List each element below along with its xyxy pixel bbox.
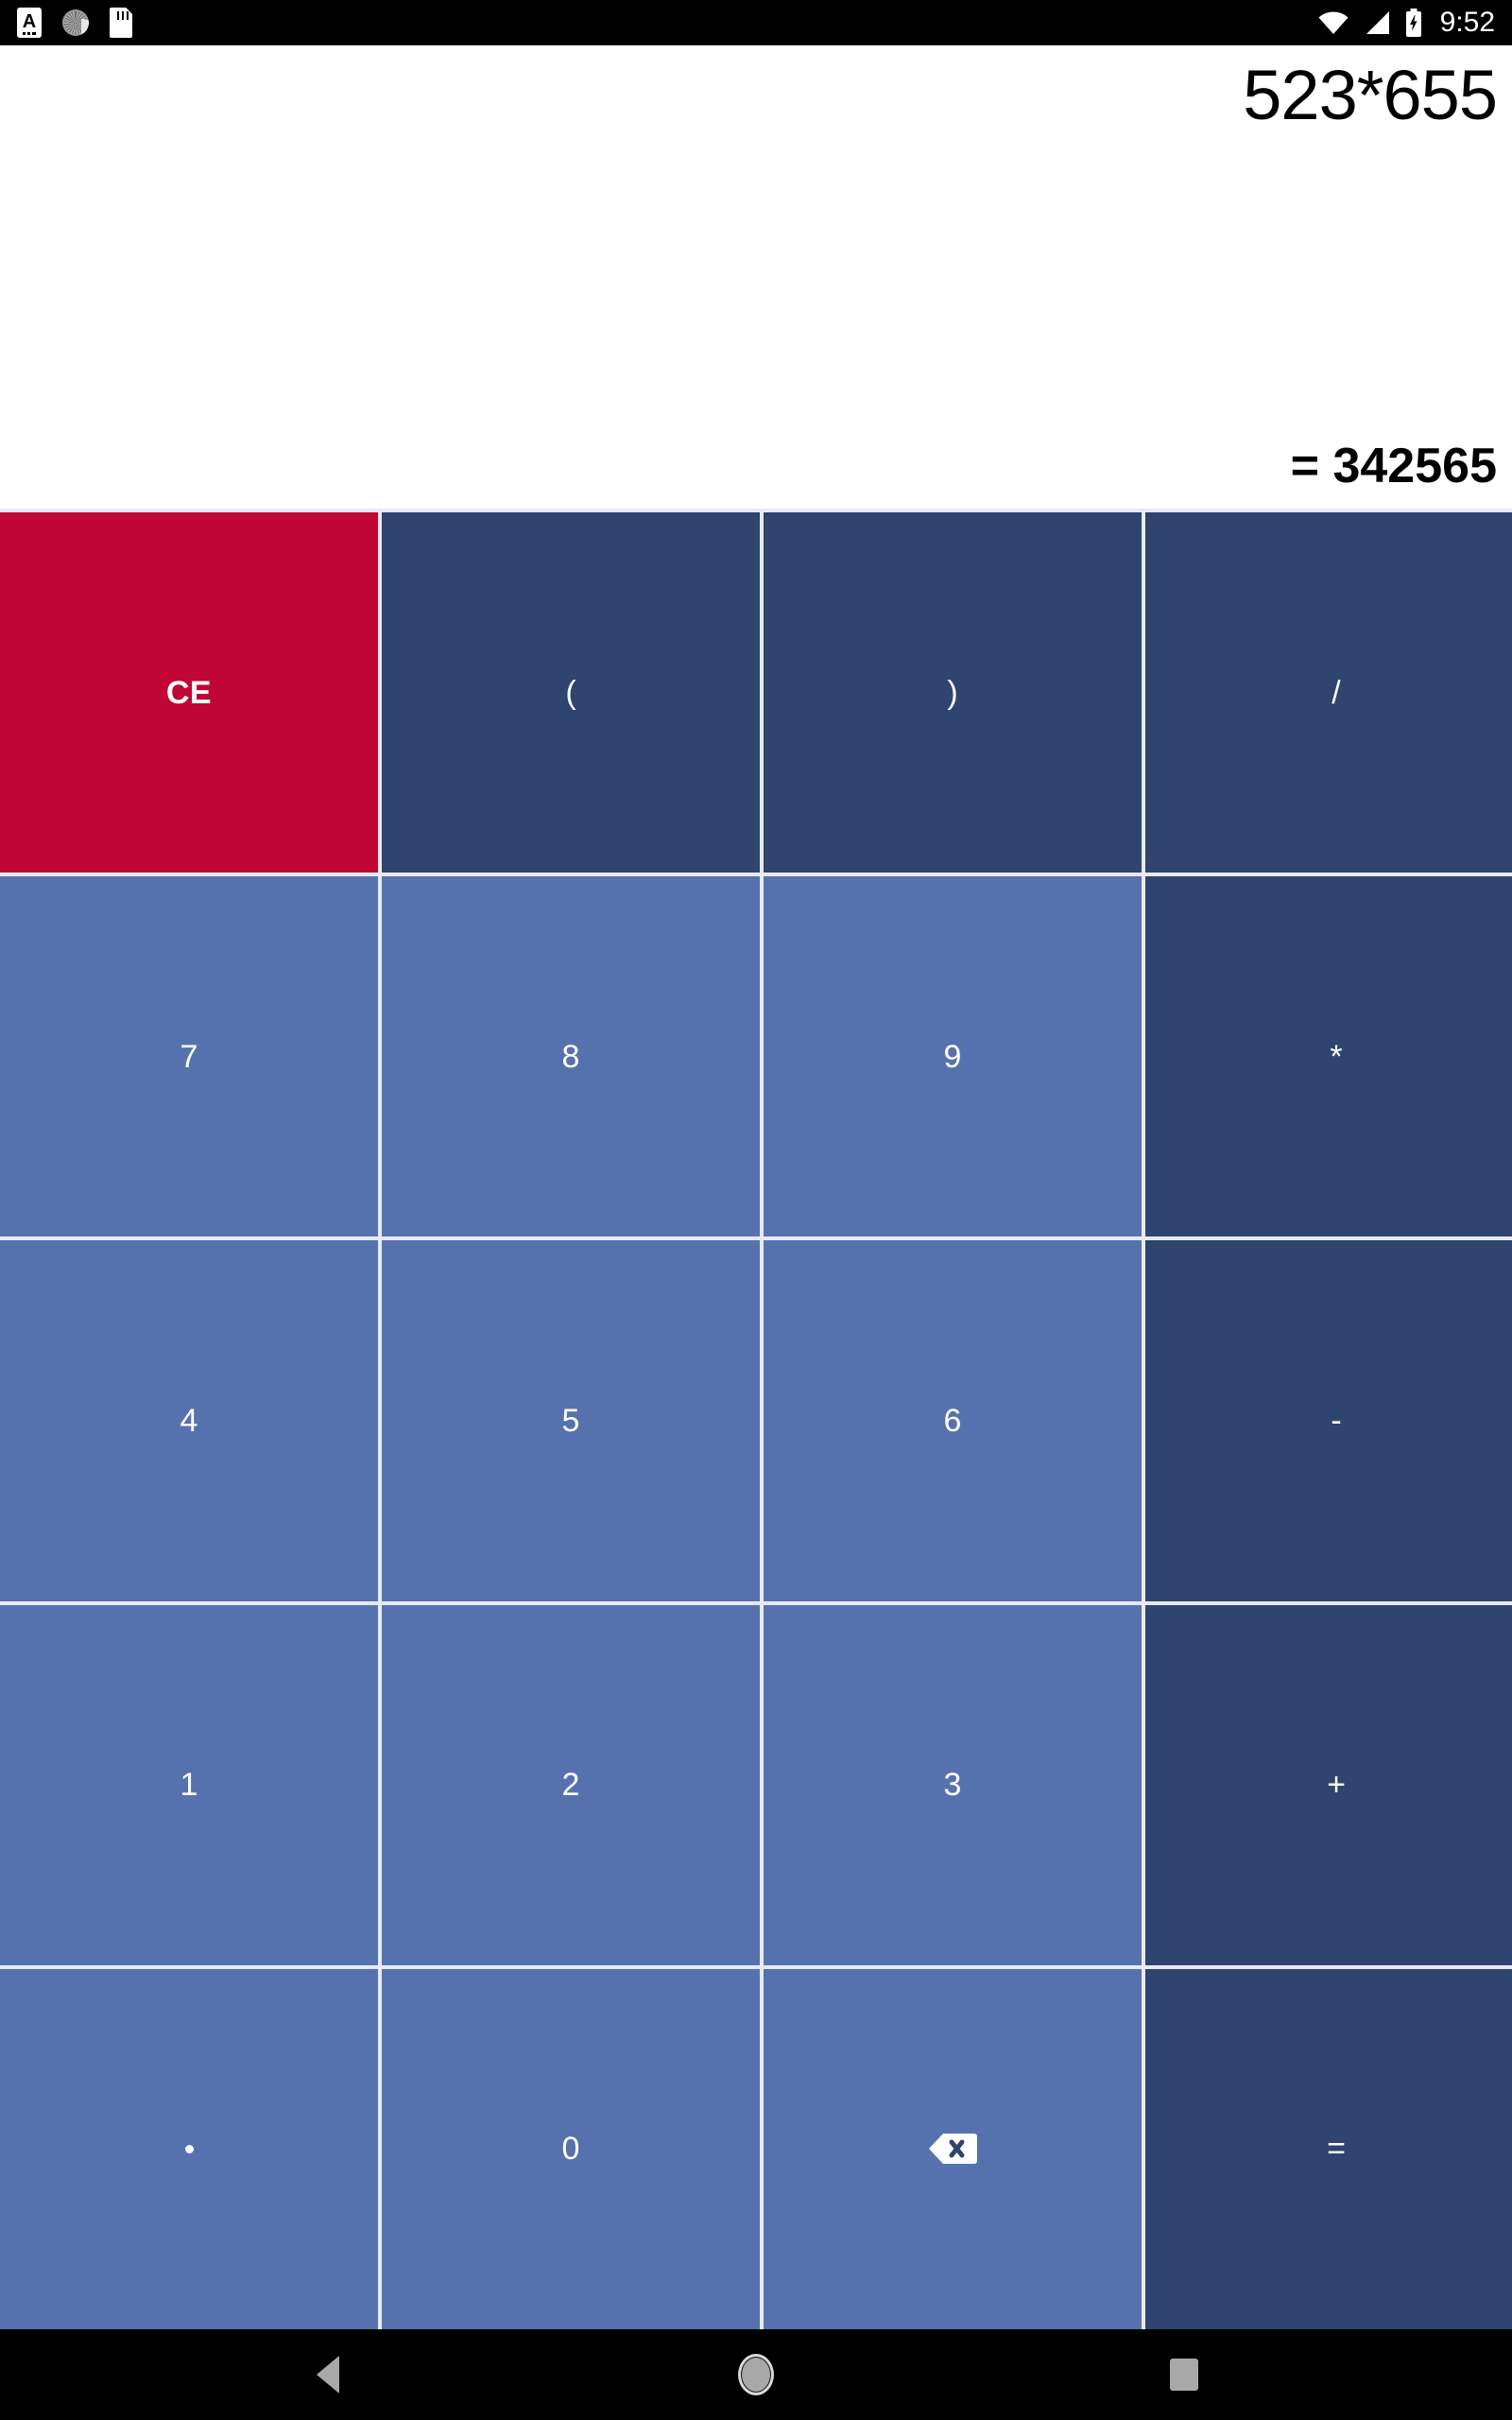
key-divide-label: / [1332,674,1341,711]
key-plus[interactable]: + [1145,1604,1512,1965]
key-open-paren-label: ( [565,674,576,711]
key-close-paren-label: ) [947,674,958,711]
android-navigation-bar [0,2329,1512,2420]
key-4-label: 4 [180,1402,198,1439]
key-minus-label: - [1331,1402,1342,1439]
status-bar: A 9:52 [0,0,1512,45]
wifi-icon [1318,11,1349,34]
key-clear-entry[interactable]: CE [0,512,378,873]
key-9[interactable]: 9 [764,876,1142,1237]
key-multiply[interactable]: * [1145,876,1512,1237]
key-close-paren[interactable]: ) [764,512,1142,873]
key-6[interactable]: 6 [764,1240,1142,1601]
key-7-label: 7 [180,1038,198,1075]
key-open-paren[interactable]: ( [382,512,760,873]
decimal-point-icon [184,2144,194,2153]
calculator-keypad: CE () / 7 8 9 * 4 5 6 - 1 2 3 +0 = [0,509,1512,2329]
expression-text: 523*655 [1243,56,1497,134]
recents-square-icon [1170,2359,1199,2391]
key-5[interactable]: 5 [382,1240,760,1601]
key-7[interactable]: 7 [0,876,378,1237]
key-2-label: 2 [561,1767,580,1804]
sync-progress-icon [62,9,89,36]
calculator-app: A 9:52 523*655 = 342565 CE () / 7 8 9 * 4… [0,0,1512,2420]
key-4[interactable]: 4 [0,1240,378,1601]
back-triangle-icon [316,2356,339,2394]
key-2[interactable]: 2 [382,1604,760,1965]
nav-back-button[interactable] [271,2329,385,2420]
calculator-display[interactable]: 523*655 = 342565 [0,45,1512,509]
key-5-label: 5 [561,1402,580,1439]
key-9-label: 9 [943,1038,962,1075]
battery-charging-icon [1405,9,1421,37]
key-equals[interactable]: = [1145,1968,1512,2329]
backspace-icon [929,2134,977,2165]
key-backspace[interactable] [764,1968,1142,2329]
key-1-label: 1 [180,1767,198,1804]
key-clear-entry-label: CE [165,674,213,711]
status-bar-left-icons: A [17,8,132,38]
cellular-signal-icon [1366,11,1389,34]
home-circle-icon [737,2354,774,2395]
nav-recents-button[interactable] [1127,2329,1241,2420]
key-decimal[interactable] [0,1968,378,2329]
key-plus-label: + [1327,1767,1346,1804]
key-divide[interactable]: / [1145,512,1512,873]
status-bar-right-icons: 9:52 [1317,9,1495,37]
key-3-label: 3 [943,1767,962,1804]
key-8[interactable]: 8 [382,876,760,1237]
key-minus[interactable]: - [1145,1240,1512,1601]
key-1[interactable]: 1 [0,1604,378,1965]
key-0[interactable]: 0 [382,1968,760,2329]
key-8-label: 8 [561,1038,580,1075]
key-0-label: 0 [561,2131,580,2168]
status-bar-clock: 9:52 [1439,7,1495,38]
key-multiply-label: * [1330,1038,1343,1075]
ime-keyboard-dots [23,32,36,35]
sd-card-icon [110,8,132,38]
ime-keyboard-icon: A [17,8,42,38]
ime-keyboard-letter: A [22,10,37,32]
key-6-label: 6 [943,1402,962,1439]
nav-home-button[interactable] [699,2329,813,2420]
key-equals-label: = [1327,2131,1346,2168]
key-3[interactable]: 3 [764,1604,1142,1965]
result-text: = 342565 [1290,438,1497,493]
